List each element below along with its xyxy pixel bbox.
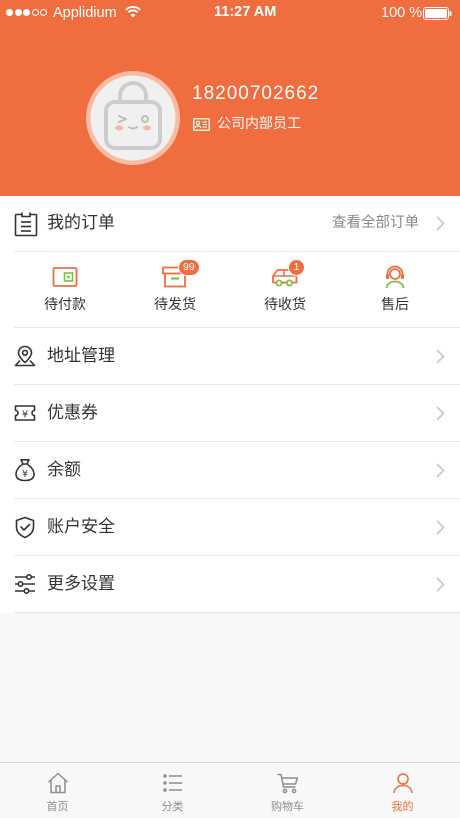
signal-dot [14, 9, 22, 16]
tab-label: 我的 [391, 800, 414, 813]
status-bar: Applidium 11:27 AM 100 % [0, 0, 460, 26]
chevron-right-icon [436, 216, 445, 231]
shield-check-icon [15, 516, 35, 538]
signal-dot [40, 9, 47, 16]
order-status-after-sales[interactable]: 售后 [340, 252, 450, 327]
tab-home[interactable]: 首页 [0, 763, 115, 818]
money-bag-icon: ¥ [15, 459, 35, 482]
tab-bar: 首页 分类 购物车 我的 [0, 762, 460, 818]
order-status-label: 待收货 [264, 297, 306, 313]
tab-cart[interactable]: 购物车 [230, 763, 345, 818]
user-phone: 18200702662 [192, 83, 320, 104]
clipboard-icon [14, 212, 38, 237]
default-avatar-icon [86, 71, 180, 165]
menu-item-more-settings[interactable]: 更多设置 [0, 556, 460, 612]
user-role: 公司内部员工 [193, 115, 301, 133]
sliders-icon [15, 574, 35, 594]
view-all-orders-link[interactable]: 查看全部订单 [332, 196, 419, 251]
menu-item-label: 地址管理 [47, 346, 115, 366]
battery-fill [425, 9, 447, 18]
my-orders-title: 我的订单 [47, 213, 115, 233]
cart-icon [277, 773, 298, 794]
battery-icon [423, 7, 452, 20]
order-status-bar: 待付款 99 待发货 1 待收货 售后 [0, 252, 460, 327]
wifi-icon [125, 6, 141, 18]
menu-item-coupons[interactable]: ¥ 优惠券 [0, 385, 460, 441]
tab-mine[interactable]: 我的 [345, 763, 460, 818]
signal-dot [23, 9, 30, 16]
home-icon [47, 772, 68, 794]
order-status-pending-payment[interactable]: 待付款 [10, 252, 120, 327]
menu-item-account-security[interactable]: 账户安全 [0, 499, 460, 555]
order-status-label: 待发货 [154, 297, 196, 313]
chevron-right-icon [436, 348, 445, 364]
chevron-right-icon [436, 519, 445, 535]
location-pin-icon [14, 345, 36, 367]
menu-item-balance[interactable]: ¥ 余额 [0, 442, 460, 498]
chevron-right-icon [436, 462, 445, 478]
user-role-label: 公司内部员工 [217, 116, 301, 132]
menu-item-label: 账户安全 [47, 517, 115, 537]
menu-item-label: 更多设置 [47, 574, 115, 594]
coupon-icon: ¥ [14, 405, 36, 421]
tab-label: 购物车 [271, 800, 304, 813]
order-status-label: 待付款 [44, 297, 86, 313]
my-orders-row[interactable]: 我的订单 查看全部订单 [0, 196, 460, 251]
tab-label: 分类 [161, 800, 184, 813]
currency-glyph: ¥ [22, 469, 28, 480]
menu-item-label: 余额 [47, 460, 81, 480]
avatar[interactable] [86, 71, 180, 165]
clock: 11:27 AM [214, 4, 277, 20]
menu-item-address[interactable]: 地址管理 [0, 328, 460, 384]
signal-dot [31, 9, 39, 16]
wallet-icon [52, 267, 78, 287]
order-status-pending-shipment[interactable]: 99 待发货 [120, 252, 230, 327]
signal-strength [6, 9, 47, 17]
profile-header: Applidium 11:27 AM 100 % 18200702662 公司内… [0, 0, 460, 196]
signal-dot [6, 9, 13, 16]
count-badge: 99 [178, 259, 200, 276]
category-list-icon [162, 774, 182, 792]
chevron-right-icon [436, 405, 445, 421]
count-badge: 1 [288, 259, 305, 276]
tab-label: 首页 [46, 800, 69, 813]
id-card-icon [193, 117, 210, 131]
account-panel: 我的订单 查看全部订单 待付款 99 待发货 1 待收货 售后 地址管理 ¥ 优… [0, 196, 460, 613]
tab-category[interactable]: 分类 [115, 763, 230, 818]
order-status-label: 售后 [381, 297, 409, 313]
currency-glyph: ¥ [22, 409, 28, 420]
menu-item-label: 优惠券 [47, 403, 98, 423]
carrier-name: Applidium [53, 5, 117, 21]
order-status-pending-receipt[interactable]: 1 待收货 [230, 252, 340, 327]
user-icon [392, 773, 413, 794]
customer-service-icon [385, 265, 405, 289]
chevron-right-icon [436, 576, 445, 592]
divider [14, 612, 460, 613]
battery-percentage: 100 % [381, 5, 423, 21]
